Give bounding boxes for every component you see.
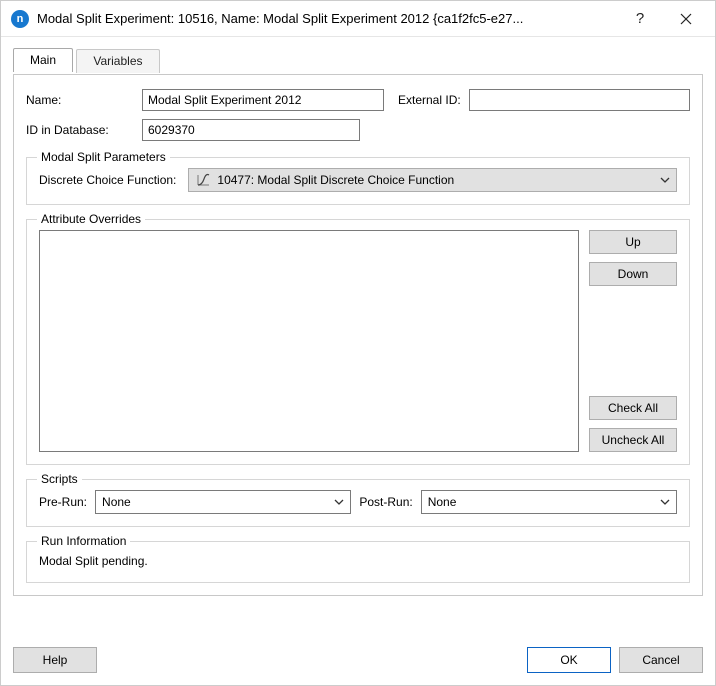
db-id-label: ID in Database: <box>26 123 134 137</box>
tab-main[interactable]: Main <box>13 48 73 72</box>
window-title: Modal Split Experiment: 10516, Name: Mod… <box>37 11 617 26</box>
runinfo-text: Modal Split pending. <box>39 552 677 570</box>
titlebar: n Modal Split Experiment: 10516, Name: M… <box>1 1 715 37</box>
help-button[interactable]: Help <box>13 647 97 673</box>
pre-run-combo[interactable]: None <box>95 490 351 514</box>
dcf-label: Discrete Choice Function: <box>39 173 176 187</box>
tab-panel-main: Name: External ID: ID in Database: Modal… <box>13 74 703 596</box>
post-run-selected: None <box>428 495 457 509</box>
post-run-combo[interactable]: None <box>421 490 677 514</box>
uncheck-all-button[interactable]: Uncheck All <box>589 428 677 452</box>
name-input[interactable] <box>142 89 384 111</box>
dialog-footer: Help OK Cancel <box>13 635 703 673</box>
params-legend: Modal Split Parameters <box>37 150 170 164</box>
close-icon <box>680 13 692 25</box>
chevron-down-icon <box>660 177 670 183</box>
up-button[interactable]: Up <box>589 230 677 254</box>
title-help-button[interactable]: ? <box>617 3 663 35</box>
pre-run-selected: None <box>102 495 131 509</box>
name-label: Name: <box>26 93 134 107</box>
attr-side-buttons: Up Down Check All Uncheck All <box>589 230 677 452</box>
fieldset-attribute-overrides: Attribute Overrides Up Down Check All Un… <box>26 219 690 465</box>
scripts-legend: Scripts <box>37 472 82 486</box>
fieldset-scripts: Scripts Pre-Run: None Post-Run: None <box>26 479 690 527</box>
client-area: Main Variables Name: External ID: ID in … <box>1 37 715 685</box>
external-id-input[interactable] <box>469 89 690 111</box>
dcf-selected: 10477: Modal Split Discrete Choice Funct… <box>217 173 454 187</box>
check-all-button[interactable]: Check All <box>589 396 677 420</box>
cancel-button[interactable]: Cancel <box>619 647 703 673</box>
attribute-overrides-list[interactable] <box>39 230 579 452</box>
dialog-window: n Modal Split Experiment: 10516, Name: M… <box>0 0 716 686</box>
runinfo-legend: Run Information <box>37 534 130 548</box>
row-dbid: ID in Database: <box>26 119 690 141</box>
post-run-label: Post-Run: <box>359 495 412 509</box>
external-id-label: External ID: <box>398 93 461 107</box>
tab-variables[interactable]: Variables <box>76 49 159 73</box>
curve-icon <box>195 172 211 188</box>
attr-legend: Attribute Overrides <box>37 212 145 226</box>
spacer <box>589 294 677 388</box>
chevron-down-icon <box>660 499 670 505</box>
db-id-input[interactable] <box>142 119 360 141</box>
ok-button[interactable]: OK <box>527 647 611 673</box>
app-icon-letter: n <box>17 13 24 25</box>
fieldset-modal-split-parameters: Modal Split Parameters Discrete Choice F… <box>26 157 690 205</box>
pre-run-label: Pre-Run: <box>39 495 87 509</box>
dcf-combo[interactable]: 10477: Modal Split Discrete Choice Funct… <box>188 168 677 192</box>
fieldset-run-information: Run Information Modal Split pending. <box>26 541 690 583</box>
row-name: Name: External ID: <box>26 89 690 111</box>
tab-bar: Main Variables <box>13 47 703 74</box>
close-button[interactable] <box>663 3 709 35</box>
chevron-down-icon <box>334 499 344 505</box>
app-icon: n <box>11 10 29 28</box>
down-button[interactable]: Down <box>589 262 677 286</box>
